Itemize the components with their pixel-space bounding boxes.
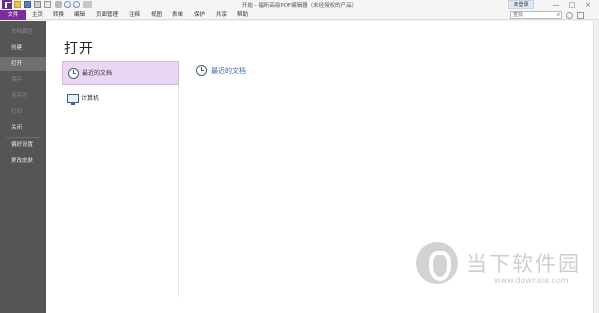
sidebar-item-print[interactable]: 打印 (0, 105, 46, 119)
sidebar-item-save-as[interactable]: 另存为 (0, 89, 46, 103)
minimize-button[interactable]: — (548, 0, 564, 10)
sidebar-item-open[interactable]: 打开 (0, 57, 46, 71)
close-button[interactable]: × (580, 0, 596, 10)
search-icon[interactable]: ⌕ (555, 11, 562, 19)
recent-documents-header: 最近的文档 (194, 64, 314, 78)
menu-edit[interactable]: 编辑 (74, 10, 85, 20)
sidebar-item-document-properties[interactable]: 文档属性 (0, 25, 46, 39)
location-item-recent[interactable]: 最近的文档 (62, 61, 179, 85)
sidebar-item-save[interactable]: 保存 (0, 73, 46, 87)
recent-documents-title: 最近的文档 (211, 67, 246, 75)
sidebar-item-preferences[interactable]: 偏好设置 (0, 138, 46, 152)
menu-protect[interactable]: 保护 (194, 10, 205, 20)
maximize-button[interactable]: □ (564, 0, 580, 10)
menu-view[interactable]: 视图 (151, 10, 162, 20)
location-list: 最近的文档 计算机 (62, 61, 179, 297)
menu-home[interactable]: 主页 (32, 10, 43, 20)
watermark: 当下软件园 www.downxia.com (410, 236, 590, 296)
location-item-computer[interactable]: 计算机 (62, 87, 179, 111)
location-label: 计算机 (81, 95, 100, 102)
help-icon[interactable] (577, 12, 584, 19)
clock-icon (196, 65, 207, 76)
menu-file[interactable]: 文件 (0, 10, 26, 20)
right-edge (593, 21, 599, 313)
watermark-text: 当下软件园 (466, 252, 581, 276)
sidebar-item-create[interactable]: 创建 (0, 41, 46, 55)
menu-page-management[interactable]: 页面管理 (96, 10, 118, 20)
menu-comment[interactable]: 注释 (129, 10, 140, 20)
backstage-sidebar: 文档属性 创建 打开 保存 另存为 打印 关闭 偏好设置 更改皮肤 (0, 21, 46, 313)
app-window: 开始 - 福昕高级PDF编辑器（未经授权的产品） — □ × 文件 主页 转换 … (0, 0, 599, 313)
sidebar-item-close[interactable]: 关闭 (0, 121, 46, 135)
settings-icon[interactable] (566, 12, 573, 19)
location-label: 最近的文档 (82, 70, 113, 77)
login-button[interactable]: 未登录 (508, 0, 534, 9)
menu-form[interactable]: 表单 (172, 10, 183, 20)
sidebar-item-change-skin[interactable]: 更改皮肤 (0, 154, 46, 168)
clock-icon (68, 68, 79, 79)
watermark-logo-icon (416, 242, 458, 284)
watermark-url: www.downxia.com (494, 276, 569, 285)
menu-share[interactable]: 共享 (216, 10, 227, 20)
page-title: 打开 (64, 41, 94, 57)
computer-icon (67, 94, 79, 105)
menu-help[interactable]: 帮助 (237, 10, 248, 20)
menu-convert[interactable]: 转换 (53, 10, 64, 20)
